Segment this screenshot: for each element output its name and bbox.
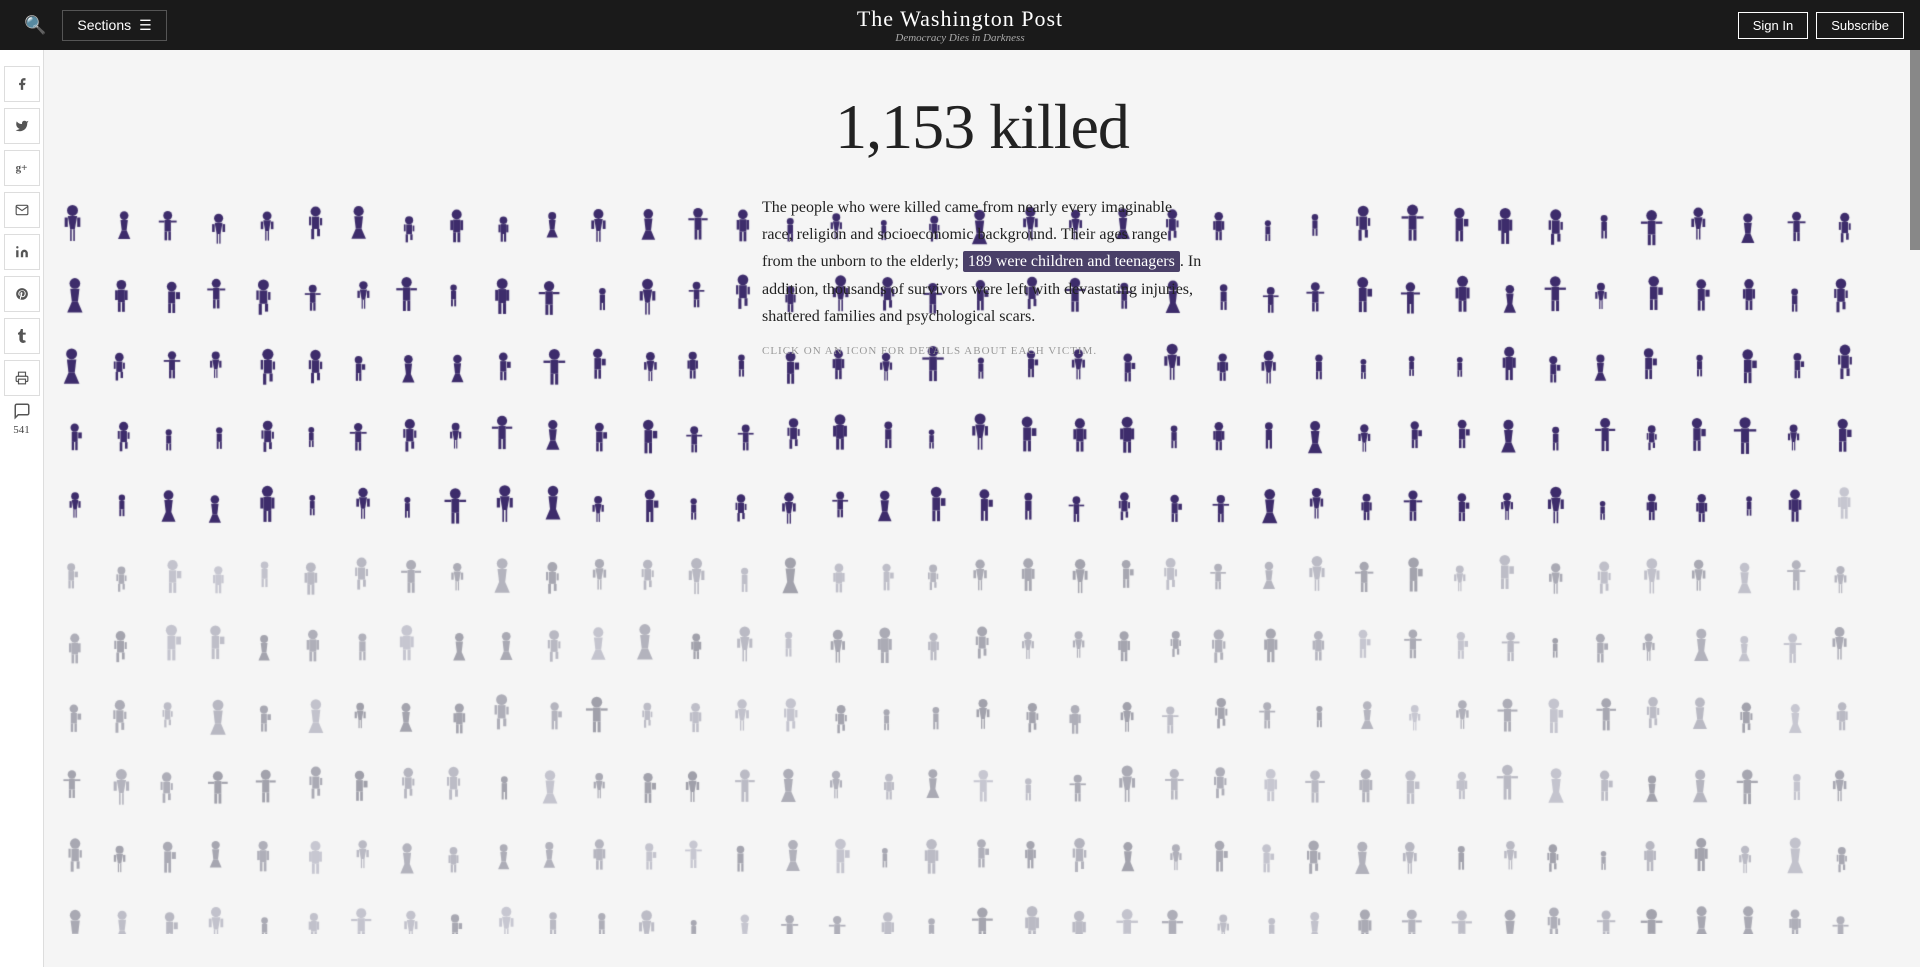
visualization-area: The people who were killed came from nea… — [44, 184, 1920, 934]
main-content: 1,153 killed The people who were killed … — [44, 50, 1920, 967]
linkedin-icon[interactable] — [4, 234, 40, 270]
navbar-right: Sign In Subscribe — [1738, 12, 1904, 39]
article-text-overlay: The people who were killed came from nea… — [762, 194, 1202, 373]
navbar: 🔍 Sections ☰ The Washington Post Democra… — [0, 0, 1920, 50]
headline-title: 1,153 killed — [44, 90, 1920, 164]
headline-section: 1,153 killed — [44, 50, 1920, 184]
click-instruction: CLICK ON AN ICON FOR DETAILS ABOUT EACH … — [762, 342, 1202, 361]
twitter-icon[interactable] — [4, 108, 40, 144]
highlight-children: 189 were children and teenagers — [963, 251, 1180, 272]
sections-button[interactable]: Sections ☰ — [62, 10, 166, 41]
google-plus-icon[interactable]: g+ — [4, 150, 40, 186]
pinterest-icon[interactable] — [4, 276, 40, 312]
print-icon[interactable] — [4, 360, 40, 396]
sections-label: Sections — [77, 17, 131, 33]
email-icon[interactable] — [4, 192, 40, 228]
site-title[interactable]: The Washington Post — [857, 6, 1063, 32]
facebook-icon[interactable] — [4, 66, 40, 102]
navbar-center: The Washington Post Democracy Dies in Da… — [857, 6, 1063, 44]
subscribe-button[interactable]: Subscribe — [1816, 12, 1904, 39]
scrollbar[interactable] — [1910, 50, 1920, 250]
sidebar: g+ 541 — [0, 50, 44, 967]
comment-count: 541 — [4, 424, 40, 437]
tumblr-icon[interactable] — [4, 318, 40, 354]
search-button[interactable]: 🔍 — [16, 11, 54, 40]
sign-in-button[interactable]: Sign In — [1738, 12, 1808, 39]
hamburger-icon: ☰ — [139, 17, 152, 34]
search-icon: 🔍 — [24, 15, 46, 35]
site-tagline: Democracy Dies in Darkness — [857, 32, 1063, 44]
navbar-left: 🔍 Sections ☰ — [16, 10, 167, 41]
comment-button[interactable]: 541 — [4, 402, 40, 437]
article-body: The people who were killed came from nea… — [762, 194, 1202, 330]
